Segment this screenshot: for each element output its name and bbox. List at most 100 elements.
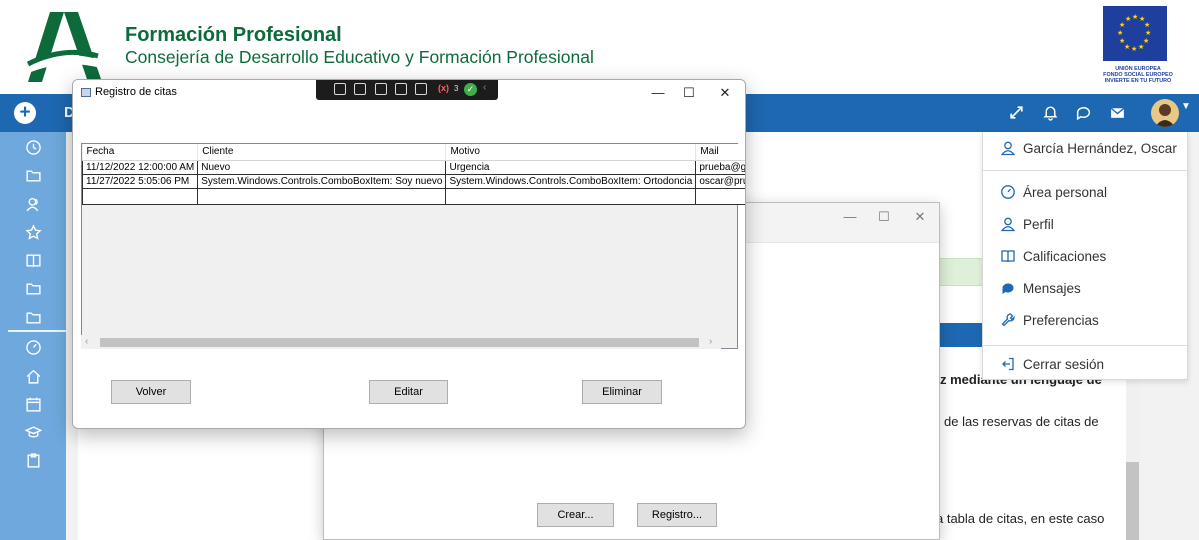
grid-scrollbar-thumb[interactable] xyxy=(100,338,699,347)
star-icon[interactable] xyxy=(22,222,44,244)
avatar[interactable] xyxy=(1151,99,1179,127)
table-cell[interactable] xyxy=(445,188,697,205)
table-cell[interactable]: 11/27/2022 5:05:06 PM xyxy=(81,174,199,189)
eliminar-button[interactable]: Eliminar xyxy=(582,380,662,404)
table-cell[interactable]: System.Windows.Controls.ComboBoxItem: So… xyxy=(197,174,447,189)
scroll-left-icon[interactable]: ‹ xyxy=(85,336,88,347)
page-scrollbar-thumb[interactable] xyxy=(1126,462,1139,540)
column-header-fecha[interactable]: Fecha xyxy=(82,144,199,161)
gauge-icon[interactable] xyxy=(22,337,44,359)
sidebar-divider xyxy=(8,330,66,332)
folder-icon[interactable] xyxy=(22,165,44,187)
svg-text:★: ★ xyxy=(1125,15,1131,23)
registro-button[interactable]: Registro... xyxy=(637,503,717,527)
table-cell[interactable]: Nuevo xyxy=(197,159,447,175)
adorner-icon[interactable] xyxy=(395,83,407,95)
column-header-motivo[interactable]: Motivo xyxy=(445,144,697,161)
folder-icon[interactable] xyxy=(22,307,44,329)
eu-flag-icon: ★ ★ ★ ★ ★ ★ ★ ★ ★ ★ ★ ★ xyxy=(1103,6,1167,61)
brand-subtitle: Consejería de Desarrollo Educativo y For… xyxy=(125,47,594,67)
column-header-mail[interactable]: Mail xyxy=(695,144,745,161)
menu-item-logout[interactable]: Cerrar sesión xyxy=(983,354,1189,378)
svg-text:★: ★ xyxy=(1131,45,1137,53)
binding-failures-icon[interactable] xyxy=(415,83,427,95)
svg-text:★: ★ xyxy=(1119,37,1125,45)
maximize-icon[interactable]: ☐ xyxy=(669,80,709,106)
close-icon[interactable]: ✕ xyxy=(705,80,745,106)
menu-item-preferencias[interactable]: Preferencias xyxy=(983,310,1189,334)
menu-item-label: Preferencias xyxy=(1023,313,1099,328)
table-row[interactable]: 11/27/2022 5:05:06 PM System.Windows.Con… xyxy=(81,174,745,189)
grid-horizontal-scrollbar[interactable]: ‹ › xyxy=(81,335,721,349)
svg-text:★: ★ xyxy=(1145,29,1151,37)
app-icon xyxy=(81,88,91,97)
chevron-left-icon[interactable]: ‹ xyxy=(483,82,486,93)
close-icon[interactable]: ✕ xyxy=(902,203,938,231)
table-cell[interactable]: Urgencia xyxy=(445,159,697,175)
maximize-icon[interactable]: ☐ xyxy=(866,203,902,231)
track-focus-icon[interactable] xyxy=(375,83,387,95)
table-row[interactable]: 11/12/2022 12:00:00 AM Nuevo Urgencia pr… xyxy=(81,159,745,175)
window-titlebar[interactable]: Registro de citas (x) 3 ✓ ‹ — ☐ ✕ xyxy=(73,80,745,106)
chat-icon[interactable] xyxy=(1072,102,1094,124)
table-cell[interactable] xyxy=(197,188,447,205)
table-cell[interactable]: prueba@gmail.com xyxy=(695,159,745,175)
user-dropdown-menu: García Hernández, Oscar Área personal Pe… xyxy=(982,132,1189,380)
editar-button[interactable]: Editar xyxy=(369,380,448,404)
table-cell[interactable] xyxy=(695,188,745,205)
gradebook-icon xyxy=(999,248,1017,266)
mail-icon[interactable] xyxy=(1106,102,1128,124)
binding-error-count: 3 xyxy=(454,84,459,93)
select-element-icon[interactable] xyxy=(334,83,346,95)
minimize-icon[interactable]: — xyxy=(832,203,868,231)
users-icon[interactable] xyxy=(22,194,44,216)
registro-citas-window: Registro de citas (x) 3 ✓ ‹ — ☐ ✕ Fecha xyxy=(72,79,746,429)
user-icon xyxy=(999,140,1017,158)
user-icon xyxy=(999,216,1017,234)
wrench-icon xyxy=(999,312,1017,330)
svg-text:★: ★ xyxy=(1144,21,1150,29)
clock-icon[interactable] xyxy=(22,137,44,159)
display-layout-icon[interactable] xyxy=(354,83,366,95)
add-icon[interactable]: + xyxy=(14,102,36,124)
menu-item-perfil[interactable]: Perfil xyxy=(983,214,1189,238)
scroll-right-icon[interactable]: › xyxy=(709,336,712,347)
desktop-screen: Formación Profesional Consejería de Desa… xyxy=(0,0,1199,540)
column-header-cliente[interactable]: Cliente xyxy=(197,144,447,161)
table-cell[interactable]: 11/12/2022 12:00:00 AM xyxy=(81,159,199,175)
debug-toolbar: (x) 3 ✓ ‹ xyxy=(316,80,498,100)
menu-item-user-name[interactable]: García Hernández, Oscar xyxy=(983,138,1189,162)
binding-error-icon[interactable]: (x) xyxy=(438,83,449,93)
clipboard-icon[interactable] xyxy=(22,450,44,472)
left-sidebar xyxy=(0,132,66,540)
eu-logo: ★ ★ ★ ★ ★ ★ ★ ★ ★ ★ ★ ★ UNIÓN EUROPEA FONDO SOCI… xyxy=(1086,6,1190,88)
expand-icon[interactable] xyxy=(1005,102,1027,124)
citas-data-grid[interactable]: Fecha Cliente Motivo Mail 11/12/2022 12:… xyxy=(81,143,745,349)
citas-table: Fecha Cliente Motivo Mail 11/12/2022 12:… xyxy=(81,144,745,205)
page-text: de las reservas de citas de xyxy=(944,414,1099,429)
menu-item-area-personal[interactable]: Área personal xyxy=(983,182,1189,206)
folder-icon[interactable] xyxy=(22,278,44,300)
page-text: a tabla de citas, en este caso xyxy=(936,511,1105,526)
crear-button[interactable]: Crear... xyxy=(537,503,614,527)
chevron-down-icon[interactable]: ▼ xyxy=(1181,101,1191,112)
menu-item-label: Mensajes xyxy=(1023,281,1081,296)
svg-text:★: ★ xyxy=(1138,43,1144,51)
window-title: Registro de citas xyxy=(95,86,177,98)
table-cell[interactable]: oscar@prueba.com xyxy=(695,174,745,189)
new-item-row[interactable] xyxy=(81,188,745,205)
menu-item-mensajes[interactable]: Mensajes xyxy=(983,278,1189,302)
home-icon[interactable] xyxy=(22,366,44,388)
volver-button[interactable]: Volver xyxy=(111,380,191,404)
bell-icon[interactable] xyxy=(1039,102,1061,124)
menu-item-label: Calificaciones xyxy=(1023,249,1107,264)
graduation-cap-icon[interactable] xyxy=(22,422,44,444)
table-cell[interactable] xyxy=(81,188,199,205)
book-icon[interactable] xyxy=(22,250,44,272)
menu-item-label: Área personal xyxy=(1023,185,1108,200)
calendar-icon[interactable] xyxy=(22,394,44,416)
check-icon[interactable]: ✓ xyxy=(464,83,477,96)
table-cell[interactable]: System.Windows.Controls.ComboBoxItem: Or… xyxy=(445,174,697,189)
logout-icon xyxy=(999,356,1017,374)
menu-item-calificaciones[interactable]: Calificaciones xyxy=(983,246,1189,270)
